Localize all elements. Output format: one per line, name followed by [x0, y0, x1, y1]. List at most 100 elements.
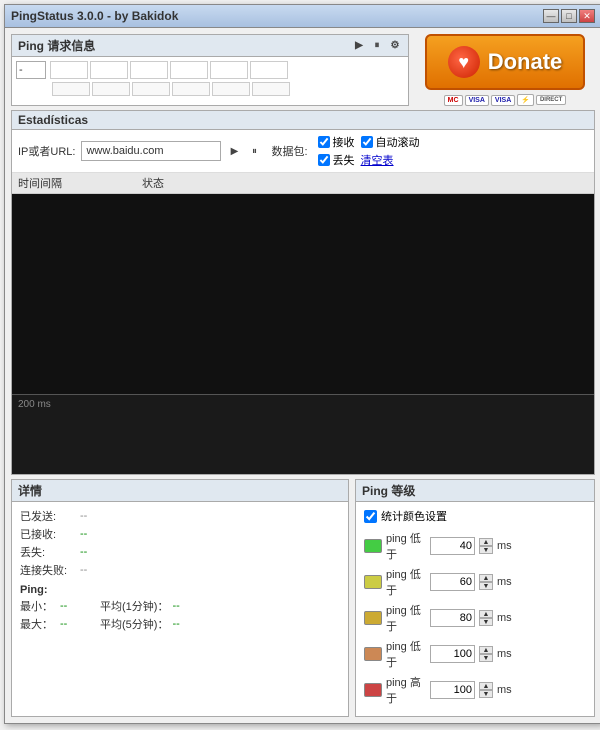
grade-text-3: ping 低于: [386, 638, 426, 670]
ping-cell2: [92, 82, 130, 96]
visa-icon2: VISA: [491, 95, 515, 106]
grade-input-3[interactable]: [430, 645, 475, 663]
spin-up-1[interactable]: ▲: [479, 574, 493, 582]
clear-table-link[interactable]: 清空表: [361, 152, 394, 168]
bottom-section: 详情 已发送: -- 已接收: -- 丢失: -- 连接失败: [11, 479, 595, 717]
url-input[interactable]: [81, 141, 221, 161]
grade-row-0: ping 低于 ▲ ▼ ms: [364, 530, 586, 562]
ping-cell: [250, 61, 288, 79]
spin-up-0[interactable]: ▲: [479, 538, 493, 546]
color-settings-checkbox[interactable]: [364, 510, 377, 523]
ping-cell: [170, 61, 208, 79]
spinner-1: ▲ ▼: [479, 574, 493, 590]
title-bar: PingStatus 3.0.0 - by Bakidok — □ ✕: [5, 5, 600, 28]
grade-input-0[interactable]: [430, 537, 475, 555]
ping-request-title: Ping 请求信息: [18, 37, 95, 54]
auto-scroll-checkbox-item: 自动滚动: [361, 134, 420, 150]
ping-cell: [210, 61, 248, 79]
spin-up-3[interactable]: ▲: [479, 646, 493, 654]
details-panel: 详情 已发送: -- 已接收: -- 丢失: -- 连接失败: [11, 479, 349, 717]
grade-row-2: ping 低于 ▲ ▼ ms: [364, 602, 586, 634]
stats-pause-button[interactable]: ⏸: [247, 144, 261, 158]
ping-cell2: [52, 82, 90, 96]
estadisticas-title: Estadísticas: [12, 111, 594, 130]
chart-area: 200 ms: [12, 394, 594, 474]
sent-value: --: [80, 510, 87, 522]
grade-text-0: ping 低于: [386, 530, 426, 562]
grade-content: 统计颜色设置 ping 低于 ▲ ▼ ms ping 低于 ▲ ▼ ms pin…: [356, 502, 594, 716]
stats-data-area: [12, 194, 594, 394]
grade-row-4: ping 高于 ▲ ▼ ms: [364, 674, 586, 706]
grade-unit-1: ms: [497, 576, 512, 588]
avg5-value: --: [172, 618, 179, 630]
ping-cell2: [172, 82, 210, 96]
payment-icons: MC VISA VISA ⚡ DIRECT: [444, 94, 567, 106]
color-settings-label: 统计颜色设置: [381, 508, 447, 524]
packet-checkboxes: 接收 丢失: [318, 134, 355, 168]
minimize-button[interactable]: —: [543, 9, 559, 23]
ping-cell: [130, 61, 168, 79]
ip-label: IP或者URL:: [18, 143, 75, 159]
pause-button[interactable]: ⏸: [370, 39, 384, 53]
loss-value: --: [80, 546, 87, 558]
receive-checkbox-item: 接收: [318, 134, 355, 150]
col-time: 时间间隔: [18, 175, 62, 191]
grade-input-1[interactable]: [430, 573, 475, 591]
grade-unit-4: ms: [497, 684, 512, 696]
donate-button[interactable]: ♥ Donate: [425, 34, 585, 90]
sent-label: 已发送:: [20, 508, 80, 524]
stats-start-button[interactable]: ▶: [227, 144, 241, 158]
receive-checkbox[interactable]: [318, 136, 330, 148]
col-status: 状态: [142, 175, 164, 191]
grade-color-1: [364, 575, 382, 589]
conn-fail-row: 连接失败: --: [20, 562, 340, 578]
close-button[interactable]: ✕: [579, 9, 595, 23]
amex-icon: ⚡: [517, 94, 534, 106]
grade-row-3: ping 低于 ▲ ▼ ms: [364, 638, 586, 670]
ping-grade-panel: Ping 等级 统计颜色设置 ping 低于 ▲ ▼ ms ping 低于 ▲ …: [355, 479, 595, 717]
details-content: 已发送: -- 已接收: -- 丢失: -- 连接失败: --: [12, 502, 348, 640]
window-title: PingStatus 3.0.0 - by Bakidok: [11, 9, 178, 23]
ping-row-1: [16, 61, 404, 79]
spin-up-2[interactable]: ▲: [479, 610, 493, 618]
grade-text-2: ping 低于: [386, 602, 426, 634]
loss-checkbox[interactable]: [318, 154, 330, 166]
settings-button[interactable]: ⚙: [388, 39, 402, 53]
spin-down-1[interactable]: ▼: [479, 582, 493, 590]
spin-down-4[interactable]: ▼: [479, 690, 493, 698]
avg1-label: 平均(1分钟)：: [100, 598, 168, 614]
start-button[interactable]: ▶: [352, 39, 366, 53]
donate-label: Donate: [488, 49, 563, 75]
grade-color-3: [364, 647, 382, 661]
spin-down-2[interactable]: ▼: [479, 618, 493, 626]
auto-scroll-group: 自动滚动 清空表: [361, 134, 420, 168]
mastercard-icon: MC: [444, 95, 463, 106]
window-controls: — □ ✕: [543, 9, 595, 23]
maximize-button[interactable]: □: [561, 9, 577, 23]
auto-scroll-checkbox[interactable]: [361, 136, 373, 148]
grade-color-4: [364, 683, 382, 697]
grade-unit-0: ms: [497, 540, 512, 552]
color-settings-row: 统计颜色设置: [364, 508, 586, 524]
stats-table-header: 时间间隔 状态: [12, 173, 594, 194]
ping-request-header: Ping 请求信息 ▶ ⏸ ⚙: [12, 35, 408, 57]
spinner-0: ▲ ▼: [479, 538, 493, 554]
grade-input-2[interactable]: [430, 609, 475, 627]
donate-icon: ♥: [448, 46, 480, 78]
ping-id-input[interactable]: [16, 61, 46, 79]
direct-icon: DIRECT: [536, 95, 566, 105]
loss-label: 丢失:: [20, 544, 80, 560]
grade-rows: ping 低于 ▲ ▼ ms ping 低于 ▲ ▼ ms ping 低于 ▲ …: [364, 530, 586, 706]
spin-down-3[interactable]: ▼: [479, 654, 493, 662]
min-value: --: [60, 600, 90, 612]
ping-cells-1: [50, 61, 288, 79]
ping-cell2: [252, 82, 290, 96]
stats-toolbar: IP或者URL: ▶ ⏸ 数据包: 接收 丢失: [12, 130, 594, 173]
grade-unit-2: ms: [497, 612, 512, 624]
grade-input-4[interactable]: [430, 681, 475, 699]
ping-cell2: [212, 82, 250, 96]
chart-label: 200 ms: [18, 399, 51, 410]
spin-down-0[interactable]: ▼: [479, 546, 493, 554]
spin-up-4[interactable]: ▲: [479, 682, 493, 690]
loss-label: 丢失: [333, 152, 355, 168]
